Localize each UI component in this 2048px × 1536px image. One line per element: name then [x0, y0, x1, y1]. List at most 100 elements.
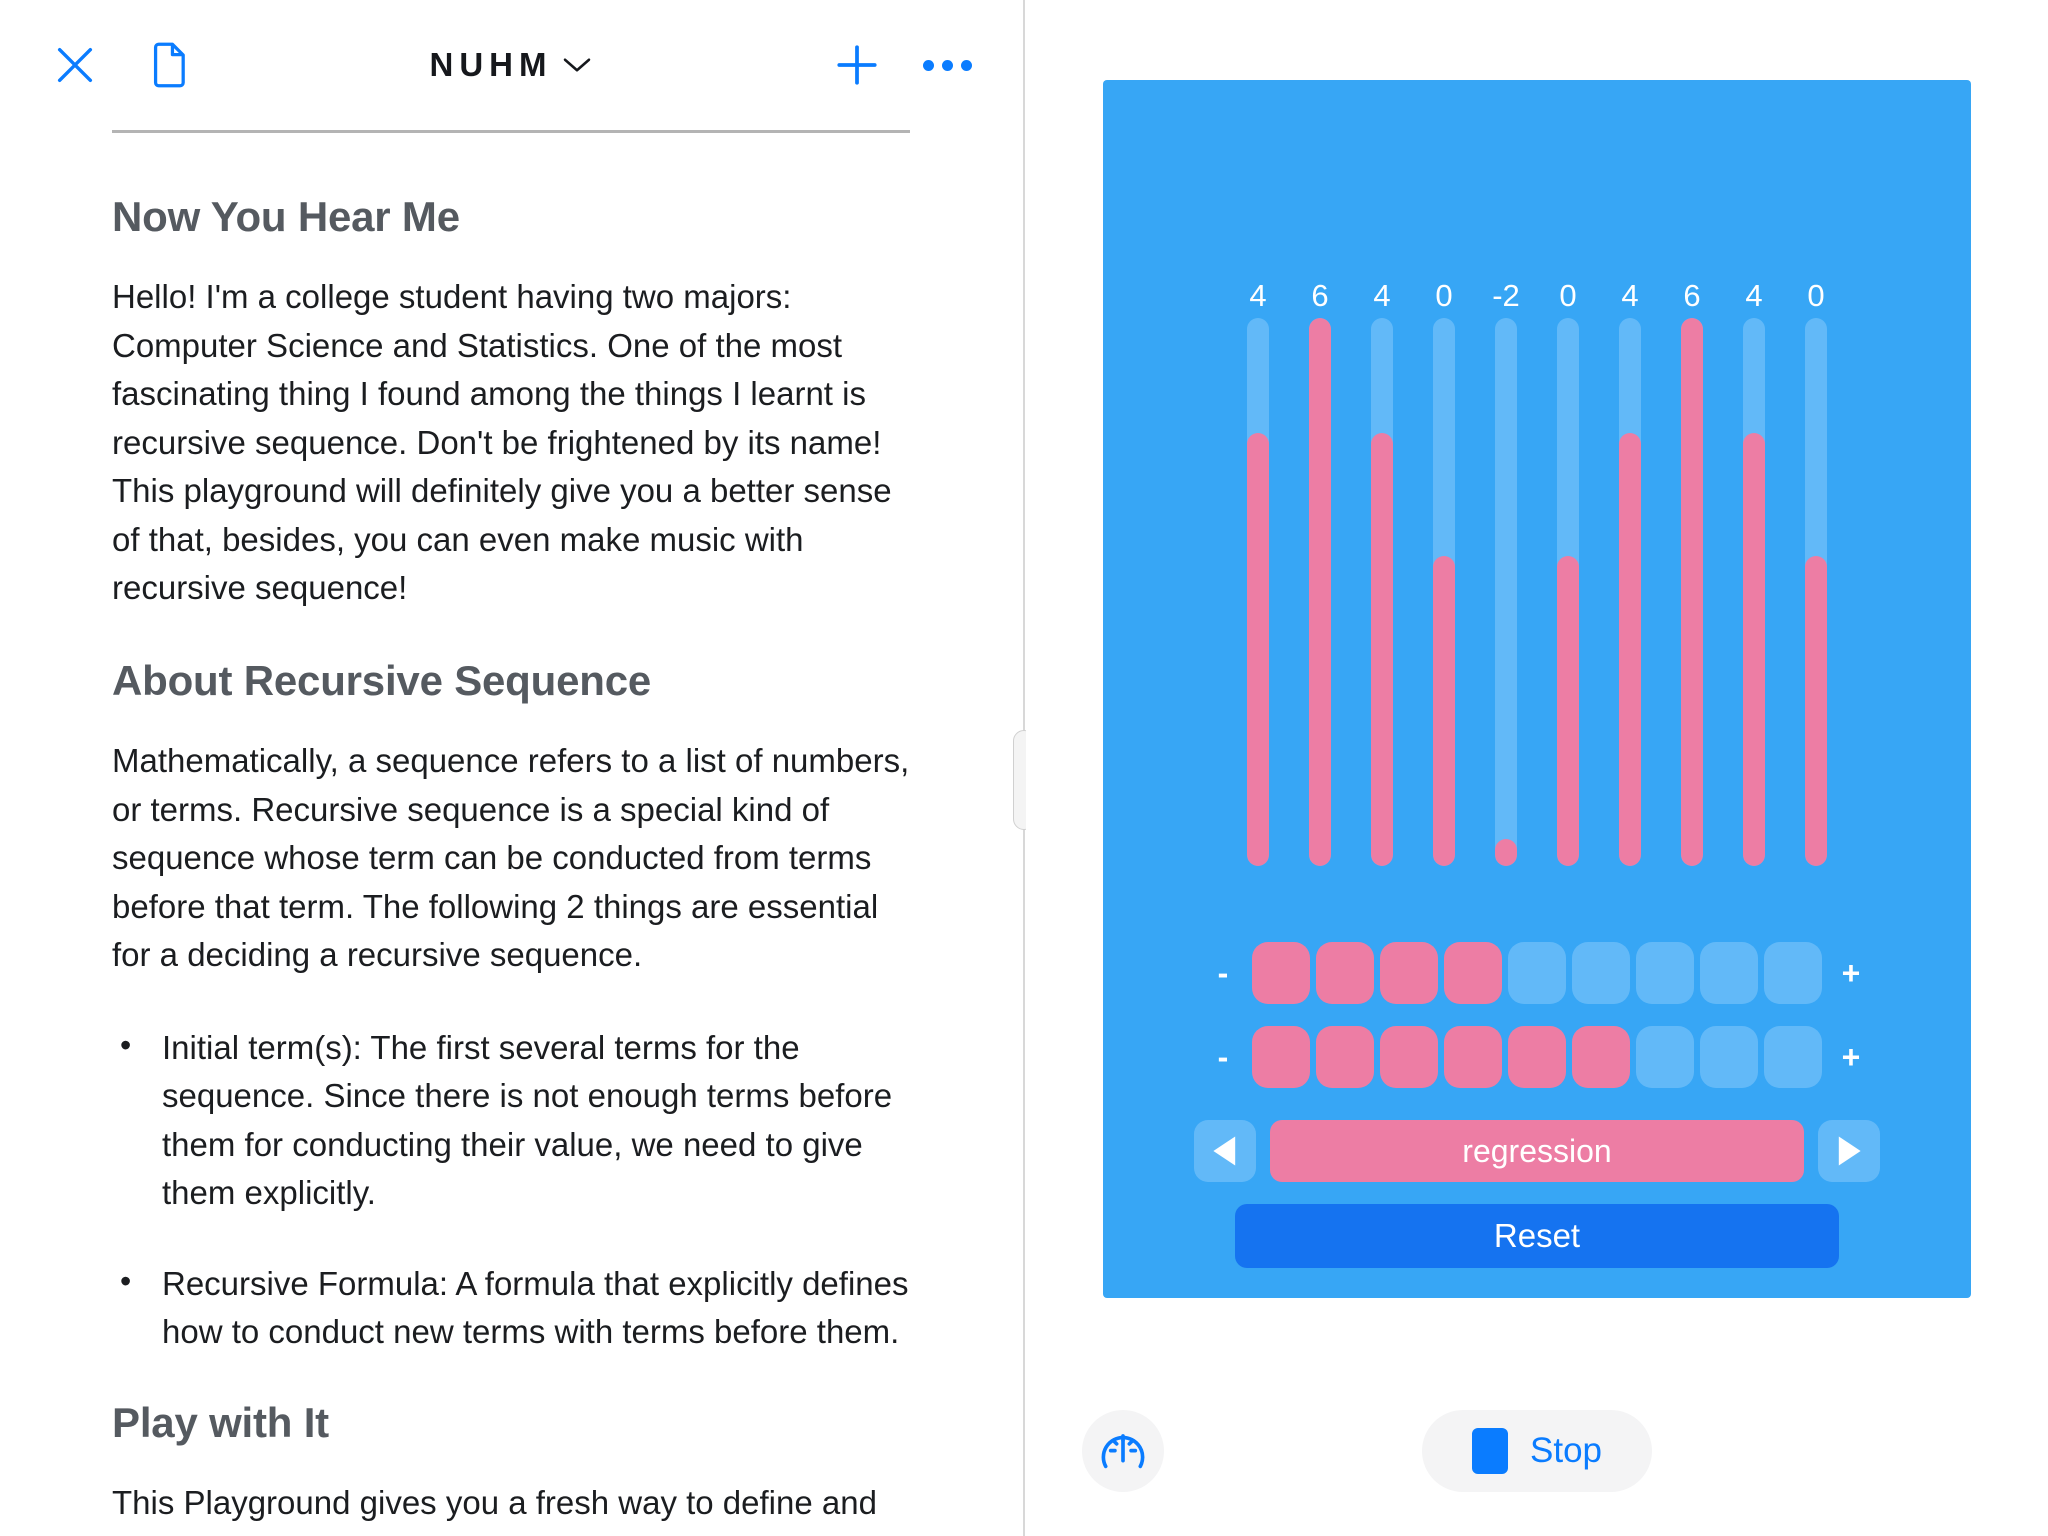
- bar-value-label: 0: [1807, 277, 1825, 313]
- bar-fill: [1619, 433, 1641, 866]
- stepper-cell[interactable]: [1764, 942, 1822, 1004]
- reset-button[interactable]: Reset: [1235, 1204, 1839, 1268]
- essentials-list: Initial term(s): The first several terms…: [112, 1022, 910, 1357]
- more-ellipsis-icon[interactable]: [916, 34, 978, 96]
- live-view-pane: 4 6 4 0 -2 0 4 6 4 0 - + - + regression: [1026, 0, 2048, 1536]
- bar-track[interactable]: [1309, 318, 1331, 866]
- chevron-down-icon[interactable]: [562, 55, 592, 75]
- stepper-cell[interactable]: [1636, 942, 1694, 1004]
- stop-button[interactable]: Stop: [1422, 1410, 1652, 1492]
- bar-track[interactable]: [1681, 318, 1703, 866]
- stepper-cell[interactable]: [1380, 1026, 1438, 1088]
- bar-value-label: 6: [1683, 277, 1701, 313]
- stepper-cell[interactable]: [1508, 1026, 1566, 1088]
- section-heading-play-with-it: Play with It: [112, 1398, 329, 1446]
- bar-column[interactable]: 0: [1785, 272, 1847, 892]
- bar-column[interactable]: -2: [1475, 272, 1537, 892]
- stepper-row-terms-count: - +: [1103, 1026, 1971, 1088]
- bar-column[interactable]: 4: [1723, 272, 1785, 892]
- document-toolbar: NUHM: [0, 0, 1022, 130]
- bar-column[interactable]: 4: [1227, 272, 1289, 892]
- section-paragraph-now-you-hear-me: Hello! I'm a college student having two …: [112, 278, 892, 607]
- bar-value-label: 4: [1621, 277, 1639, 313]
- bar-column[interactable]: 4: [1599, 272, 1661, 892]
- document-body: Now You Hear Me Hello! I'm a college stu…: [0, 130, 1022, 1527]
- bar-track[interactable]: [1495, 318, 1517, 866]
- playground-canvas[interactable]: 4 6 4 0 -2 0 4 6 4 0 - + - + regression: [1103, 80, 1971, 1298]
- plus-icon[interactable]: [826, 34, 888, 96]
- close-icon[interactable]: [44, 34, 106, 96]
- live-view-toolbar: Stop: [1026, 1366, 2048, 1536]
- speedometer-icon[interactable]: [1082, 1410, 1164, 1492]
- section-paragraph-about-recursive-sequence: Mathematically, a sequence refers to a l…: [112, 742, 910, 974]
- arrow-left-icon[interactable]: [1194, 1120, 1256, 1182]
- bar-track[interactable]: [1743, 318, 1765, 866]
- bar-fill: [1681, 318, 1703, 866]
- stepper-cell[interactable]: [1380, 942, 1438, 1004]
- stepper-cell[interactable]: [1316, 942, 1374, 1004]
- list-item: Recursive Formula: A formula that explic…: [112, 1258, 910, 1357]
- stepper-cell[interactable]: [1444, 942, 1502, 1004]
- bar-fill: [1557, 556, 1579, 866]
- bar-fill: [1495, 838, 1517, 866]
- section-paragraph-play-with-it: This Playground gives you a fresh way to…: [112, 1483, 877, 1521]
- bar-value-label: 4: [1745, 277, 1763, 313]
- bar-column[interactable]: 4: [1351, 272, 1413, 892]
- stepper-cell[interactable]: [1252, 1026, 1310, 1088]
- bar-track[interactable]: [1371, 318, 1393, 866]
- bar-fill: [1433, 556, 1455, 866]
- bar-value-label: 4: [1249, 277, 1267, 313]
- bar-value-label: 4: [1373, 277, 1391, 313]
- stepper-row-1-cells: [1252, 942, 1822, 1004]
- stepper-cell[interactable]: [1444, 1026, 1502, 1088]
- bar-column[interactable]: 6: [1661, 272, 1723, 892]
- bar-fill: [1309, 318, 1331, 866]
- bar-track[interactable]: [1557, 318, 1579, 866]
- bar-fill: [1743, 433, 1765, 866]
- mode-selector-value[interactable]: regression: [1270, 1120, 1804, 1182]
- arrow-right-icon[interactable]: [1818, 1120, 1880, 1182]
- bar-track[interactable]: [1247, 318, 1269, 866]
- document-pane: NUHM Now You Hear Me Hello! I'm a colleg…: [0, 0, 1022, 1536]
- stop-square-icon: [1472, 1428, 1508, 1474]
- bar-track[interactable]: [1433, 318, 1455, 866]
- page-title: NUHM: [429, 46, 553, 83]
- stepper-cell[interactable]: [1700, 1026, 1758, 1088]
- bar-track[interactable]: [1619, 318, 1641, 866]
- stepper-cell[interactable]: [1700, 942, 1758, 1004]
- section-heading-now-you-hear-me: Now You Hear Me: [112, 193, 460, 240]
- stepper-cell[interactable]: [1572, 1026, 1630, 1088]
- bar-value-label: 6: [1311, 277, 1329, 313]
- stepper-cell[interactable]: [1764, 1026, 1822, 1088]
- sequence-bar-chart: 4 6 4 0 -2 0 4 6 4 0: [1103, 272, 1971, 892]
- bar-value-label: 0: [1559, 277, 1577, 313]
- stepper-row-2-plus-button[interactable]: +: [1834, 1039, 1868, 1076]
- stepper-cell[interactable]: [1508, 942, 1566, 1004]
- stepper-row-2-minus-button[interactable]: -: [1206, 1039, 1240, 1076]
- document-icon[interactable]: [138, 34, 200, 96]
- bar-fill: [1805, 556, 1827, 866]
- bar-value-label: 0: [1435, 277, 1453, 313]
- app-root: NUHM Now You Hear Me Hello! I'm a colleg…: [0, 0, 2048, 1536]
- stepper-row-initial-terms: - +: [1103, 942, 1971, 1004]
- stop-button-label: Stop: [1530, 1431, 1602, 1470]
- bar-value-label: -2: [1492, 277, 1520, 313]
- mode-selector: regression: [1103, 1120, 1971, 1182]
- stepper-row-1-minus-button[interactable]: -: [1206, 955, 1240, 992]
- section-heading-about-recursive-sequence: About Recursive Sequence: [112, 656, 652, 704]
- bar-fill: [1247, 433, 1269, 866]
- stepper-cell[interactable]: [1572, 942, 1630, 1004]
- stepper-cell[interactable]: [1636, 1026, 1694, 1088]
- bar-column[interactable]: 0: [1413, 272, 1475, 892]
- document-toolbar-right: [826, 0, 978, 130]
- stepper-row-1-plus-button[interactable]: +: [1834, 955, 1868, 992]
- bar-fill: [1371, 433, 1393, 866]
- divider: [112, 130, 910, 133]
- stepper-row-2-cells: [1252, 1026, 1822, 1088]
- stepper-cell[interactable]: [1252, 942, 1310, 1004]
- stepper-cell[interactable]: [1316, 1026, 1374, 1088]
- list-item: Initial term(s): The first several terms…: [112, 1022, 910, 1218]
- bar-column[interactable]: 6: [1289, 272, 1351, 892]
- bar-column[interactable]: 0: [1537, 272, 1599, 892]
- bar-track[interactable]: [1805, 318, 1827, 866]
